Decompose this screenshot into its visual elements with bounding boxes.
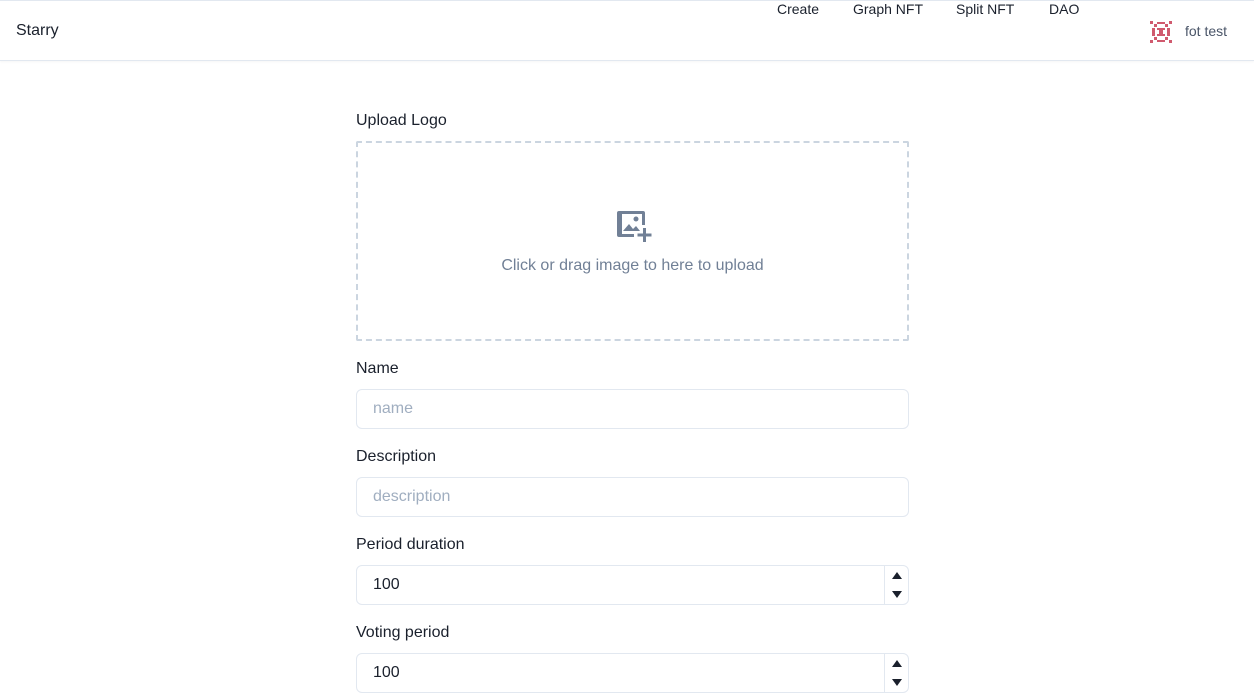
triangle-up-icon	[891, 572, 902, 579]
identicon-avatar-icon	[1148, 19, 1174, 45]
voting-period-input[interactable]: 100	[356, 653, 909, 693]
decrement-button[interactable]	[885, 585, 908, 604]
dropzone-text: Click or drag image to here to upload	[501, 257, 764, 274]
period-duration-input[interactable]: 100	[356, 565, 909, 605]
upload-logo-label: Upload Logo	[356, 112, 447, 129]
voting-period-label: Voting period	[356, 624, 450, 641]
name-input[interactable]	[356, 389, 909, 429]
voting-period-value: 100	[373, 664, 400, 681]
triangle-down-icon	[891, 591, 902, 598]
triangle-down-icon	[891, 679, 902, 686]
period-duration-label: Period duration	[356, 536, 465, 553]
nav-create[interactable]: Create	[777, 1, 819, 17]
nav-dao[interactable]: DAO	[1049, 1, 1079, 17]
description-input[interactable]	[356, 477, 909, 517]
name-label: Name	[356, 360, 399, 377]
period-duration-value: 100	[373, 576, 400, 593]
period-duration-stepper	[884, 566, 908, 604]
nav-split-nft[interactable]: Split NFT	[956, 1, 1014, 17]
brand-logo[interactable]: Starry	[16, 22, 59, 40]
decrement-button[interactable]	[885, 673, 908, 692]
increment-button[interactable]	[885, 654, 908, 673]
voting-period-stepper	[884, 654, 908, 692]
user-menu[interactable]: fot test	[1148, 19, 1227, 45]
image-add-icon	[617, 211, 652, 242]
logo-dropzone[interactable]: Click or drag image to here to upload	[356, 141, 909, 341]
nav-graph-nft[interactable]: Graph NFT	[853, 1, 923, 17]
description-label: Description	[356, 448, 437, 465]
user-name: fot test	[1185, 23, 1228, 39]
increment-button[interactable]	[885, 566, 908, 585]
triangle-up-icon	[891, 660, 902, 667]
top-navbar: Starry Create Graph NFT Split NFT DAO fo…	[0, 0, 1254, 61]
